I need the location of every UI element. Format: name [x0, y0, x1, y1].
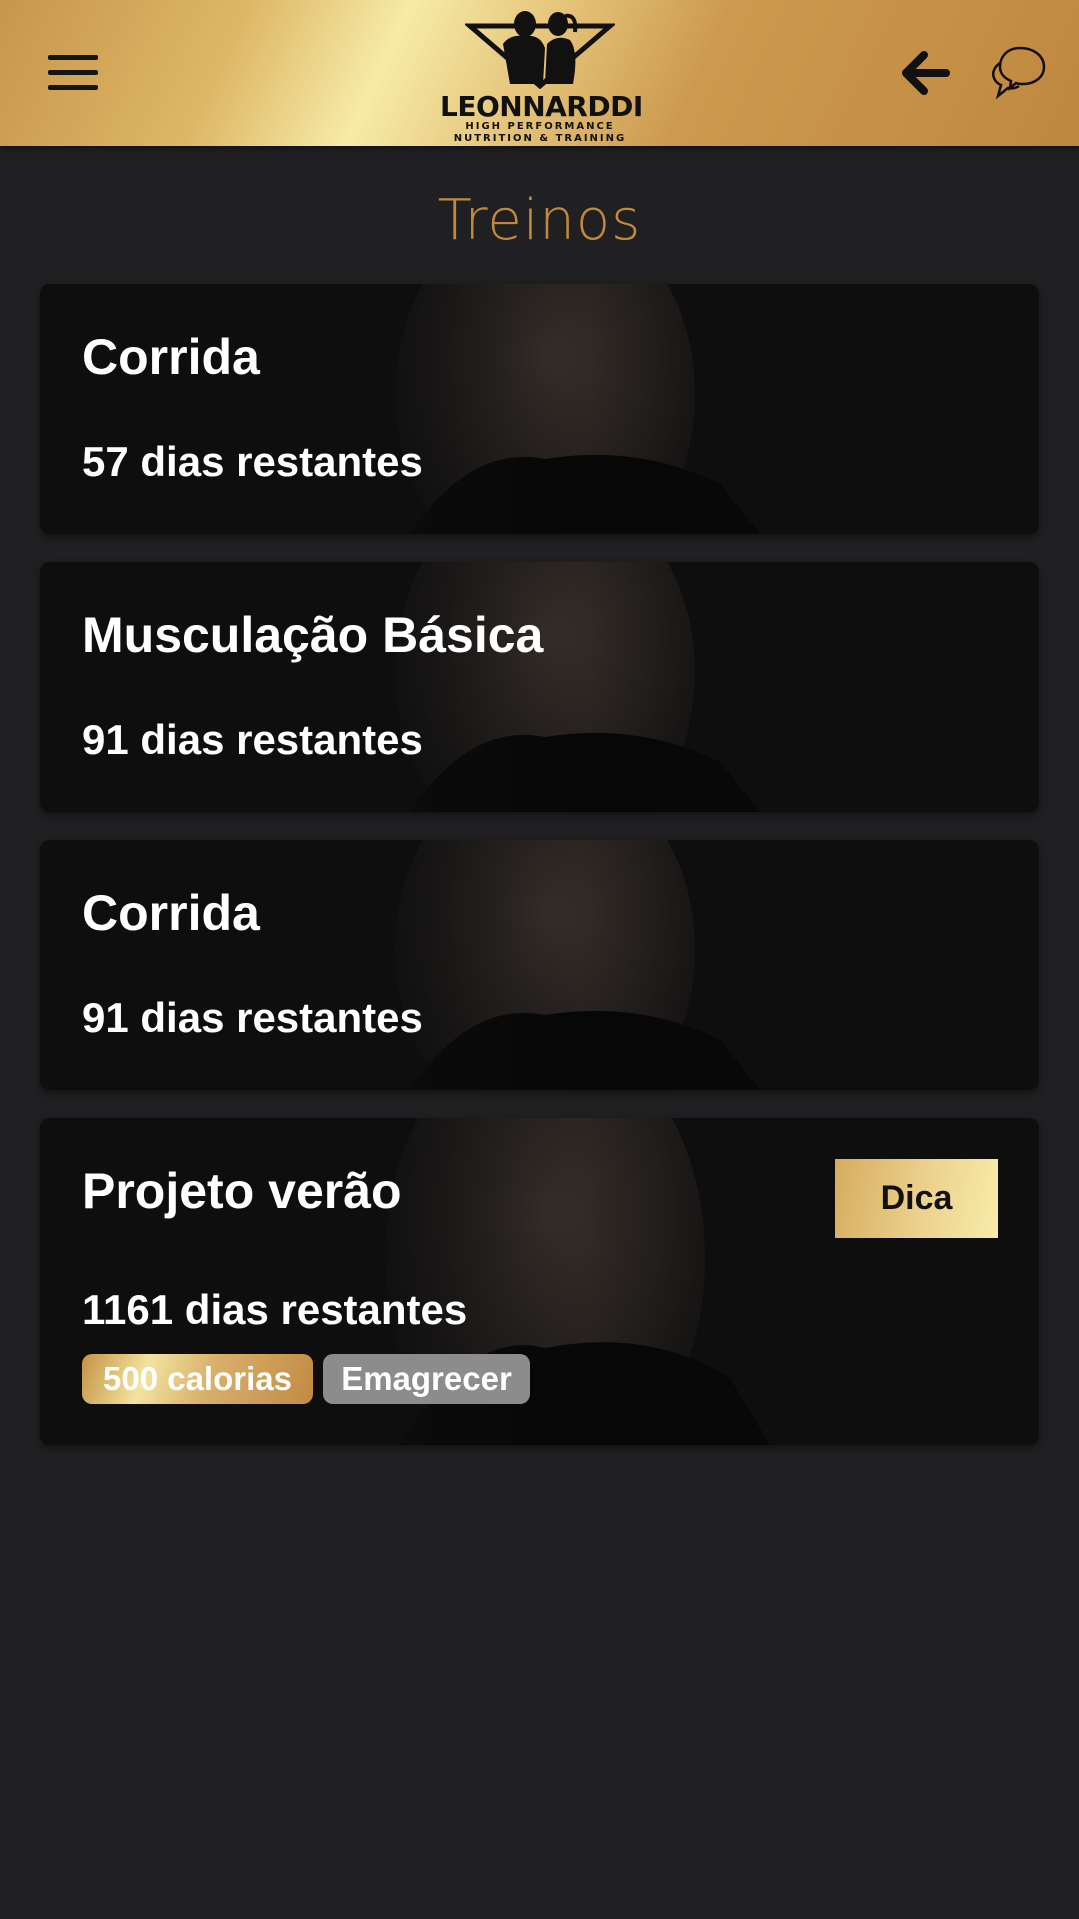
- trainer-photo: [40, 840, 1039, 1090]
- logo-subtitle: HIGH PERFORMANCE: [465, 121, 615, 132]
- workout-title: Corrida: [82, 885, 260, 941]
- workout-card[interactable]: Musculação Básica 91 dias restantes: [40, 562, 1039, 812]
- chat-bubbles-icon[interactable]: [990, 44, 1046, 100]
- days-remaining: 91 dias restantes: [82, 716, 423, 763]
- workout-card[interactable]: Corrida 91 dias restantes: [40, 840, 1039, 1090]
- workout-title: Musculação Básica: [82, 607, 544, 663]
- workout-title: Corrida: [82, 329, 260, 385]
- logo-emblem-icon: [465, 11, 615, 89]
- hamburger-menu-icon[interactable]: [48, 55, 98, 91]
- calories-tag: 500 calorias: [82, 1354, 313, 1404]
- arrow-left-icon[interactable]: [900, 50, 950, 96]
- app-header: LEONNARDDI HIGH PERFORMANCE NUTRITION & …: [0, 0, 1079, 146]
- days-remaining: 57 dias restantes: [82, 438, 423, 485]
- days-remaining: 1161 dias restantes: [82, 1286, 468, 1333]
- page-title: Treinos: [437, 188, 642, 253]
- workout-card[interactable]: Corrida 57 dias restantes: [40, 284, 1039, 534]
- goal-tag: Emagrecer: [323, 1354, 530, 1404]
- logo-subtitle: NUTRITION & TRAINING: [453, 133, 627, 144]
- workout-card[interactable]: Projeto verão Dica 1161 dias restantes 5…: [40, 1118, 1039, 1445]
- trainer-photo: [40, 562, 1039, 812]
- trainer-photo: [40, 284, 1039, 534]
- tip-button[interactable]: Dica: [835, 1159, 998, 1238]
- workout-title: Projeto verão: [82, 1163, 402, 1219]
- brand-logo: LEONNARDDI HIGH PERFORMANCE NUTRITION & …: [440, 4, 643, 144]
- days-remaining: 91 dias restantes: [82, 994, 423, 1041]
- logo-name: LEONNARDDI: [440, 90, 643, 123]
